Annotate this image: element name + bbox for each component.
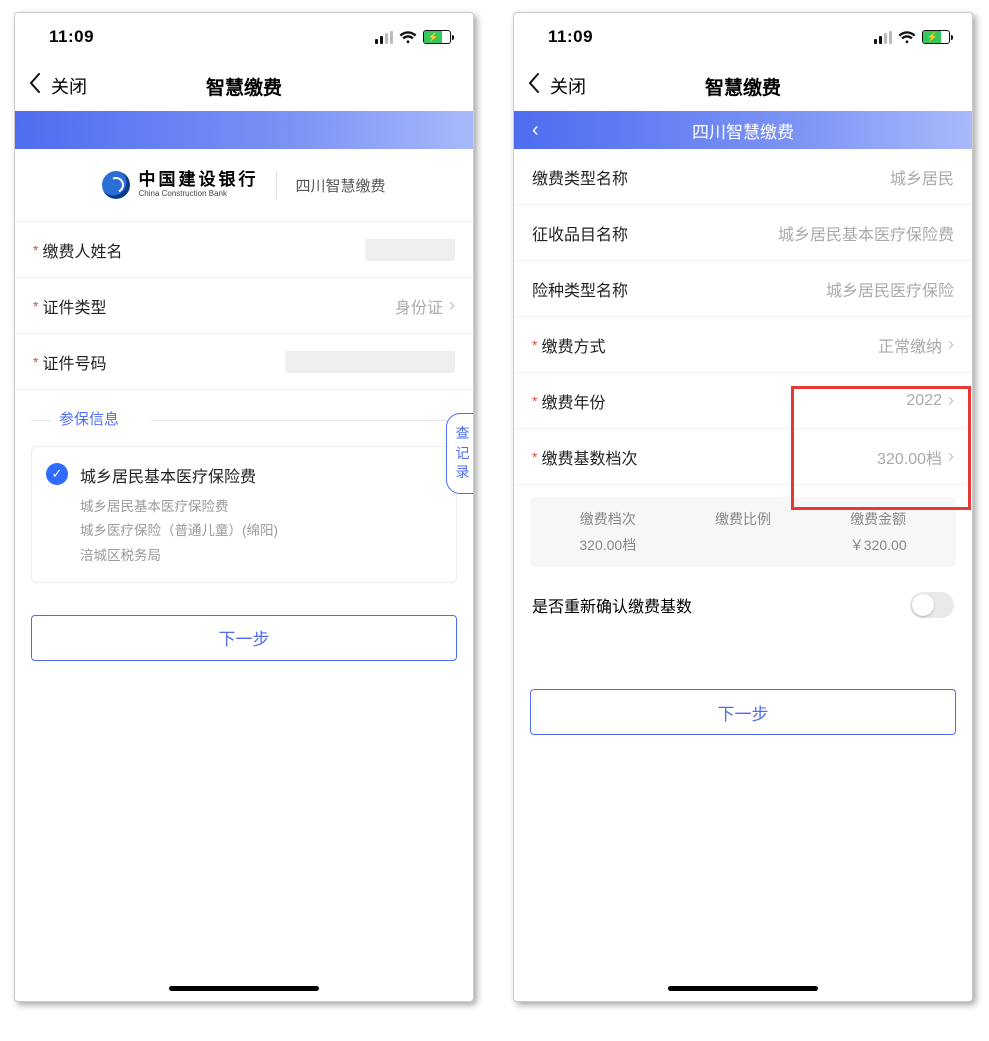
- section-insurance-info: 参保信息: [31, 410, 457, 430]
- nav-bar: 关闭 智慧缴费: [514, 61, 972, 111]
- label-pay-year: 缴费年份: [532, 389, 605, 413]
- row-pay-method[interactable]: 缴费方式 正常缴纳 ›: [514, 317, 972, 373]
- summary-tier: 缴费档次 320.00档: [579, 509, 636, 555]
- close-button[interactable]: 关闭: [550, 73, 586, 99]
- card-title: 城乡居民基本医疗保险费: [80, 463, 278, 487]
- value-pay-method: 正常缴纳: [878, 333, 942, 357]
- home-indicator[interactable]: [169, 986, 319, 991]
- status-time: 11:09: [548, 27, 593, 47]
- label-id-type: 证件类型: [33, 294, 106, 318]
- status-icons: ⚡: [874, 30, 950, 44]
- row-ins-kind: 险种类型名称 城乡居民医疗保险: [514, 261, 972, 317]
- value-item-name: 城乡居民基本医疗保险费: [778, 221, 954, 245]
- gradient-banner: [15, 111, 473, 149]
- row-item-name: 征收品目名称 城乡居民基本医疗保险费: [514, 205, 972, 261]
- payer-name-input[interactable]: [365, 239, 455, 261]
- next-button[interactable]: 下一步: [31, 615, 457, 661]
- bank-subtitle: 四川智慧缴费: [295, 175, 385, 196]
- gradient-banner: ‹ 四川智慧缴费: [514, 111, 972, 149]
- status-bar: 11:09 ⚡: [15, 13, 473, 61]
- row-pay-year[interactable]: 缴费年份 2022 ›: [514, 373, 972, 429]
- value-ins-kind: 城乡居民医疗保险: [826, 277, 954, 301]
- wifi-icon: [399, 31, 417, 44]
- banner-back-icon[interactable]: ‹: [532, 119, 539, 142]
- summary-box: 缴费档次 320.00档 缴费比例 缴费金额 ￥320.00: [530, 497, 956, 567]
- battery-icon: ⚡: [423, 30, 451, 44]
- id-number-input[interactable]: [285, 351, 455, 373]
- value-pay-tier: 320.00档: [877, 445, 942, 469]
- insurance-card[interactable]: ✓ 城乡居民基本医疗保险费 城乡居民基本医疗保险费 城乡医疗保险（普通儿童）(绵…: [31, 446, 457, 583]
- banner-title: 四川智慧缴费: [692, 118, 794, 143]
- card-line: 涪城区税务局: [80, 544, 278, 568]
- label-pay-type: 缴费类型名称: [532, 165, 628, 189]
- cellular-signal-icon: [874, 31, 892, 44]
- row-pay-type: 缴费类型名称 城乡居民: [514, 149, 972, 205]
- summary-amount: 缴费金额 ￥320.00: [850, 509, 907, 555]
- phone-screen-right: 11:09 ⚡ 关闭 智慧缴费 ‹ 四川智慧缴费 缴费类型名称 城乡居民 征收品…: [513, 12, 973, 1002]
- row-payer-name[interactable]: 缴费人姓名: [15, 222, 473, 278]
- wifi-icon: [898, 31, 916, 44]
- card-line: 城乡居民基本医疗保险费: [80, 495, 278, 519]
- label-payer-name: 缴费人姓名: [33, 238, 122, 262]
- chevron-right-icon: ›: [948, 446, 954, 467]
- status-icons: ⚡: [375, 30, 451, 44]
- value-pay-type: 城乡居民: [890, 165, 954, 189]
- home-indicator[interactable]: [668, 986, 818, 991]
- chevron-right-icon: ›: [948, 334, 954, 355]
- close-button[interactable]: 关闭: [51, 73, 87, 99]
- reconfirm-toggle[interactable]: [910, 592, 954, 618]
- status-time: 11:09: [49, 27, 94, 47]
- row-id-number[interactable]: 证件号码: [15, 334, 473, 390]
- next-button[interactable]: 下一步: [530, 689, 956, 735]
- back-icon[interactable]: [29, 73, 45, 99]
- query-records-tab[interactable]: 查记录: [446, 413, 474, 494]
- bank-header: 中国建设银行 China Construction Bank 四川智慧缴费: [15, 149, 473, 222]
- chevron-right-icon: ›: [948, 390, 954, 411]
- row-id-type[interactable]: 证件类型 身份证 ›: [15, 278, 473, 334]
- card-line: 城乡医疗保险（普通儿童）(绵阳): [80, 519, 278, 543]
- row-pay-tier[interactable]: 缴费基数档次 320.00档 ›: [514, 429, 972, 485]
- battery-icon: ⚡: [922, 30, 950, 44]
- bank-name-en: China Construction Bank: [138, 190, 258, 199]
- bank-name-cn: 中国建设银行: [138, 171, 258, 190]
- form-area: 缴费人姓名 证件类型 身份证 › 证件号码: [15, 222, 473, 390]
- label-id-number: 证件号码: [33, 350, 106, 374]
- ccb-logo-icon: [102, 171, 130, 199]
- cellular-signal-icon: [375, 31, 393, 44]
- nav-bar: 关闭 智慧缴费: [15, 61, 473, 111]
- label-ins-kind: 险种类型名称: [532, 277, 628, 301]
- label-pay-method: 缴费方式: [532, 333, 605, 357]
- form-area: 缴费类型名称 城乡居民 征收品目名称 城乡居民基本医疗保险费 险种类型名称 城乡…: [514, 149, 972, 485]
- label-reconfirm-base: 是否重新确认缴费基数: [532, 593, 692, 617]
- id-type-value: 身份证: [395, 294, 443, 318]
- check-icon: ✓: [46, 463, 68, 485]
- status-bar: 11:09 ⚡: [514, 13, 972, 61]
- divider: [276, 171, 277, 199]
- section-label-text: 参保信息: [59, 408, 119, 429]
- label-pay-tier: 缴费基数档次: [532, 445, 637, 469]
- chevron-right-icon: ›: [449, 295, 455, 316]
- phone-screen-left: 11:09 ⚡ 关闭 智慧缴费 中国建设银行 China Constructio…: [14, 12, 474, 1002]
- summary-ratio: 缴费比例: [715, 509, 771, 555]
- back-icon[interactable]: [528, 73, 544, 99]
- label-item-name: 征收品目名称: [532, 221, 628, 245]
- value-pay-year: 2022: [906, 392, 942, 410]
- row-reconfirm-base: 是否重新确认缴费基数: [514, 577, 972, 633]
